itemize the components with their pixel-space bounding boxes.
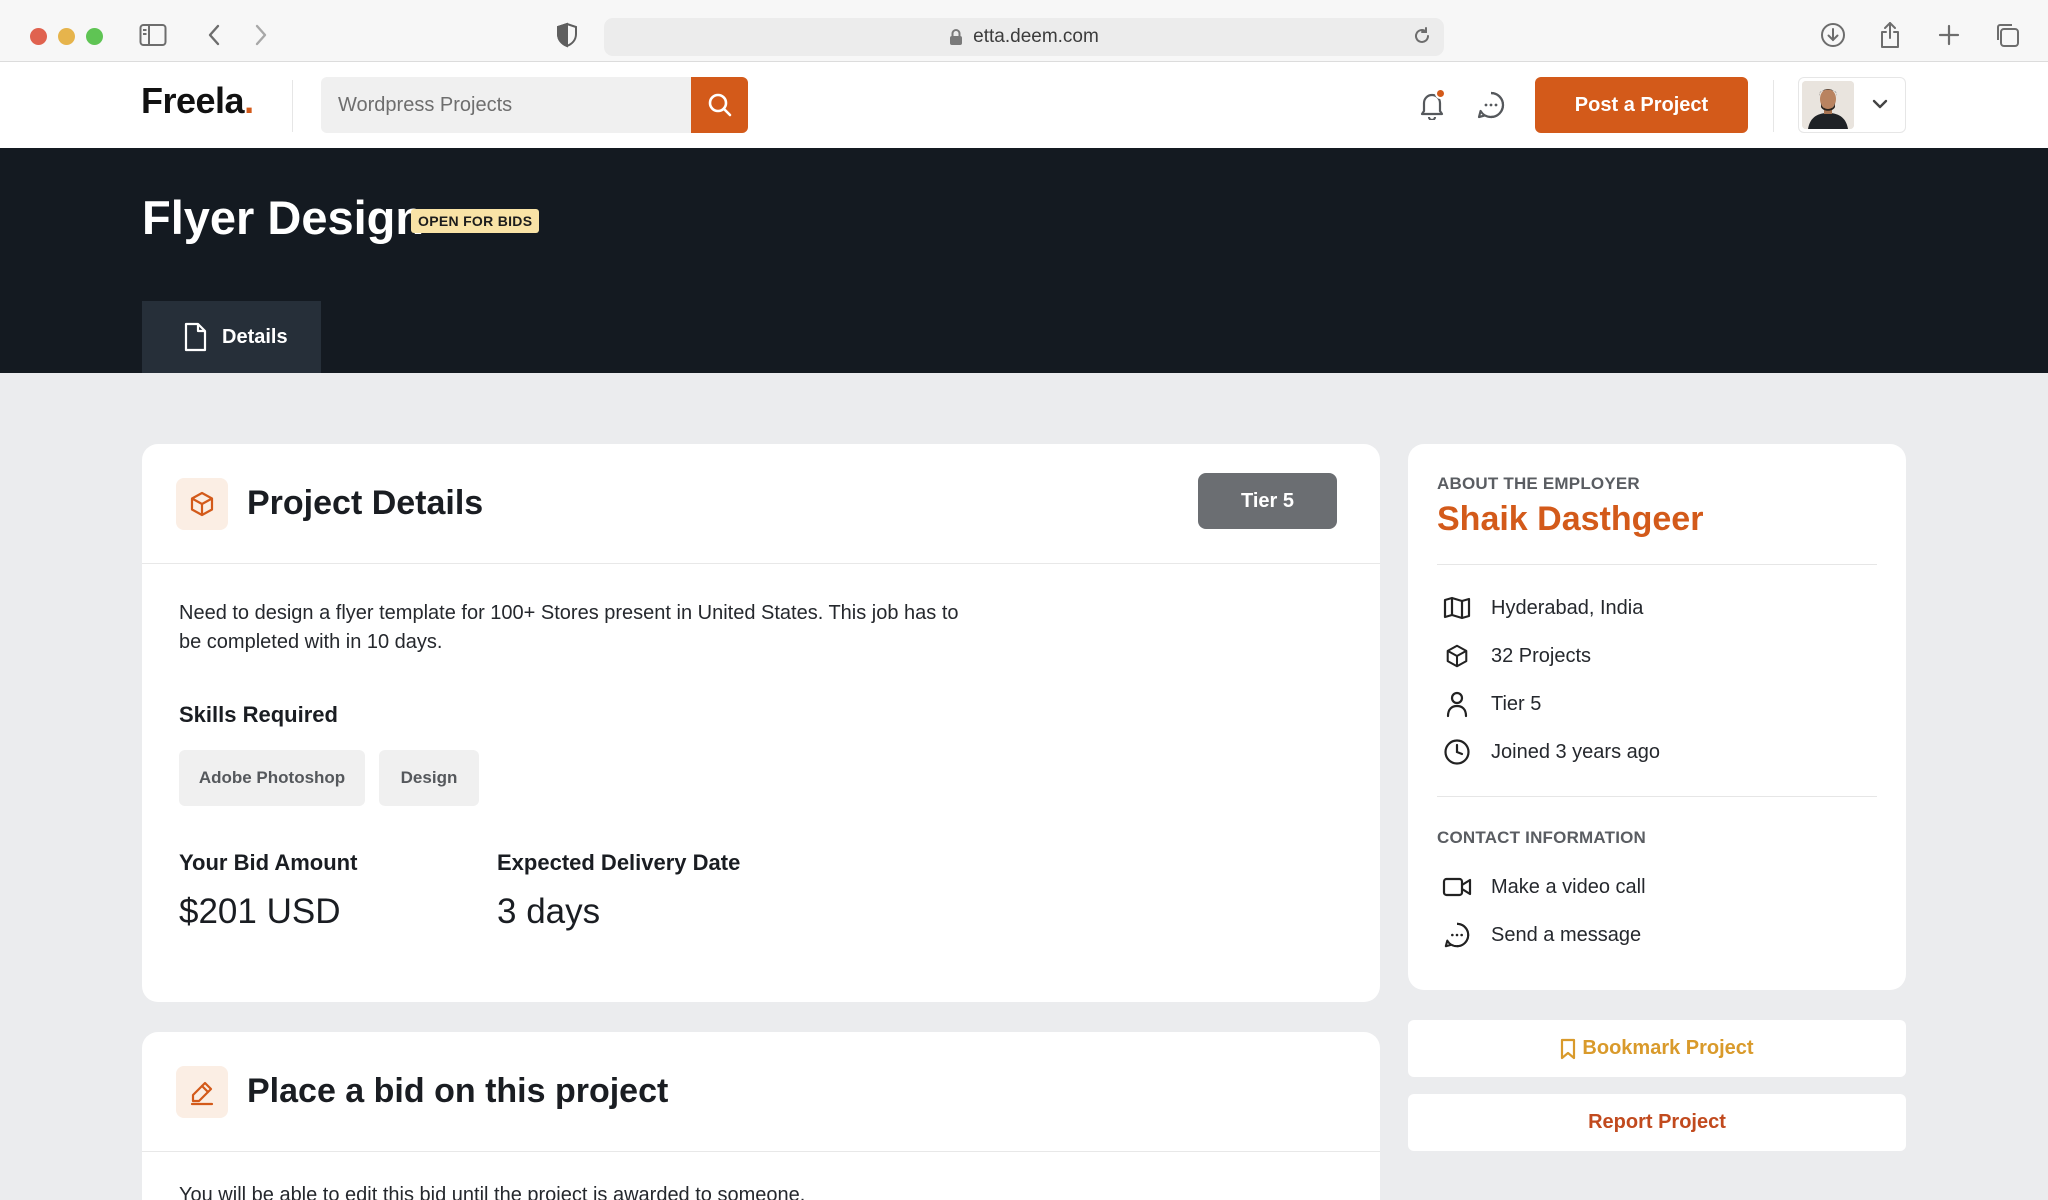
employer-tier: Tier 5: [1442, 688, 1541, 720]
notifications-button[interactable]: [1412, 85, 1452, 125]
project-hero: Flyer Design OPEN FOR BIDS Details: [0, 148, 2048, 373]
header-divider: [292, 80, 293, 132]
chevron-left-icon[interactable]: [199, 20, 229, 50]
post-project-button[interactable]: Post a Project: [1535, 77, 1748, 133]
reload-icon[interactable]: [1412, 26, 1432, 51]
address-bar[interactable]: etta.deem.com: [604, 18, 1444, 56]
notification-dot: [1435, 88, 1446, 99]
employer-name[interactable]: Shaik Dasthgeer: [1437, 500, 1703, 539]
window-minimize-button[interactable]: [58, 28, 75, 45]
download-icon[interactable]: [1818, 20, 1848, 50]
projects-count-text: 32 Projects: [1491, 644, 1592, 667]
card-header: Project Details Tier 5: [142, 444, 1380, 564]
video-icon: [1442, 872, 1472, 902]
lock-icon: [949, 28, 963, 46]
place-bid-card: Place a bid on this project You will be …: [142, 1032, 1380, 1200]
employer-location: Hyderabad, India: [1442, 592, 1643, 624]
share-icon[interactable]: [1875, 20, 1905, 50]
joined-text: Joined 3 years ago: [1491, 740, 1661, 763]
tier-badge: Tier 5: [1198, 473, 1337, 529]
project-details-card: Project Details Tier 5 Need to design a …: [142, 444, 1380, 1002]
header-divider: [1773, 80, 1774, 132]
bid-amount-value: $201 USD: [179, 892, 341, 931]
employer-card: ABOUT THE EMPLOYER Shaik Dasthgeer Hyder…: [1408, 444, 1906, 990]
delivery-date-label: Expected Delivery Date: [497, 850, 741, 875]
video-call-link[interactable]: Make a video call: [1442, 871, 1646, 903]
chat-icon: [1476, 90, 1506, 120]
search-button[interactable]: [691, 77, 748, 133]
bookmark-project-button[interactable]: Bookmark Project: [1408, 1020, 1906, 1077]
map-icon: [1442, 593, 1472, 623]
url-text: etta.deem.com: [973, 26, 1099, 47]
send-message-link[interactable]: Send a message: [1442, 919, 1641, 951]
card-title: Place a bid on this project: [247, 1072, 669, 1110]
employer-projects: 32 Projects: [1442, 640, 1591, 672]
delivery-date-value: 3 days: [497, 892, 601, 931]
clock-icon: [1442, 737, 1472, 767]
send-message-text: Send a message: [1491, 923, 1642, 946]
bid-amount-label: Your Bid Amount: [179, 850, 358, 875]
tab-details[interactable]: Details: [142, 301, 321, 373]
chevron-down-icon: [1871, 95, 1889, 118]
bid-note: You will be able to edit this bid until …: [179, 1184, 806, 1200]
tabs-icon[interactable]: [1992, 20, 2022, 50]
status-badge: OPEN FOR BIDS: [411, 209, 540, 233]
window-close-button[interactable]: [30, 28, 47, 45]
location-text: Hyderabad, India: [1491, 596, 1644, 619]
divider: [1437, 564, 1877, 565]
document-icon: [182, 322, 208, 352]
search-bar: [321, 77, 748, 133]
bookmark-label: Bookmark Project: [1582, 1037, 1754, 1059]
contact-section-label: CONTACT INFORMATION: [1437, 828, 1647, 847]
pencil-icon: [176, 1066, 228, 1118]
profile-menu[interactable]: [1798, 77, 1906, 133]
divider: [1437, 796, 1877, 797]
project-description: Need to design a flyer template for 100+…: [179, 602, 959, 653]
cube-icon: [176, 478, 228, 530]
avatar: [1802, 81, 1854, 129]
tier-text: Tier 5: [1491, 692, 1542, 715]
search-icon: [707, 92, 733, 118]
chat-icon: [1442, 920, 1472, 950]
messages-button[interactable]: [1471, 85, 1511, 125]
logo-dot: .: [244, 80, 254, 121]
card-title: Project Details: [247, 484, 484, 522]
chevron-right-icon[interactable]: [246, 20, 276, 50]
employer-section-label: ABOUT THE EMPLOYER: [1437, 474, 1640, 493]
shield-icon[interactable]: [552, 20, 582, 50]
plus-icon[interactable]: [1934, 20, 1964, 50]
skill-chip[interactable]: Adobe Photoshop: [179, 750, 365, 806]
tab-details-label: Details: [222, 325, 288, 348]
sidebar-icon[interactable]: [138, 20, 168, 50]
skills-heading: Skills Required: [179, 702, 338, 727]
bookmark-icon: [1560, 1038, 1576, 1060]
page-title: Flyer Design: [142, 191, 425, 244]
browser-toolbar: etta.deem.com: [0, 0, 2048, 62]
report-project-button[interactable]: Report Project: [1408, 1094, 1906, 1151]
cube-icon: [1442, 641, 1472, 671]
skill-chip[interactable]: Design: [379, 750, 479, 806]
app-header: Freela. Post a Project: [0, 62, 2048, 148]
logo-text: Freela: [141, 80, 245, 121]
card-header: Place a bid on this project: [142, 1032, 1380, 1152]
freela-logo[interactable]: Freela.: [141, 80, 254, 122]
employer-joined: Joined 3 years ago: [1442, 736, 1660, 768]
window-zoom-button[interactable]: [86, 28, 103, 45]
search-input[interactable]: [321, 77, 691, 133]
user-icon: [1442, 689, 1472, 719]
video-call-text: Make a video call: [1491, 875, 1646, 898]
